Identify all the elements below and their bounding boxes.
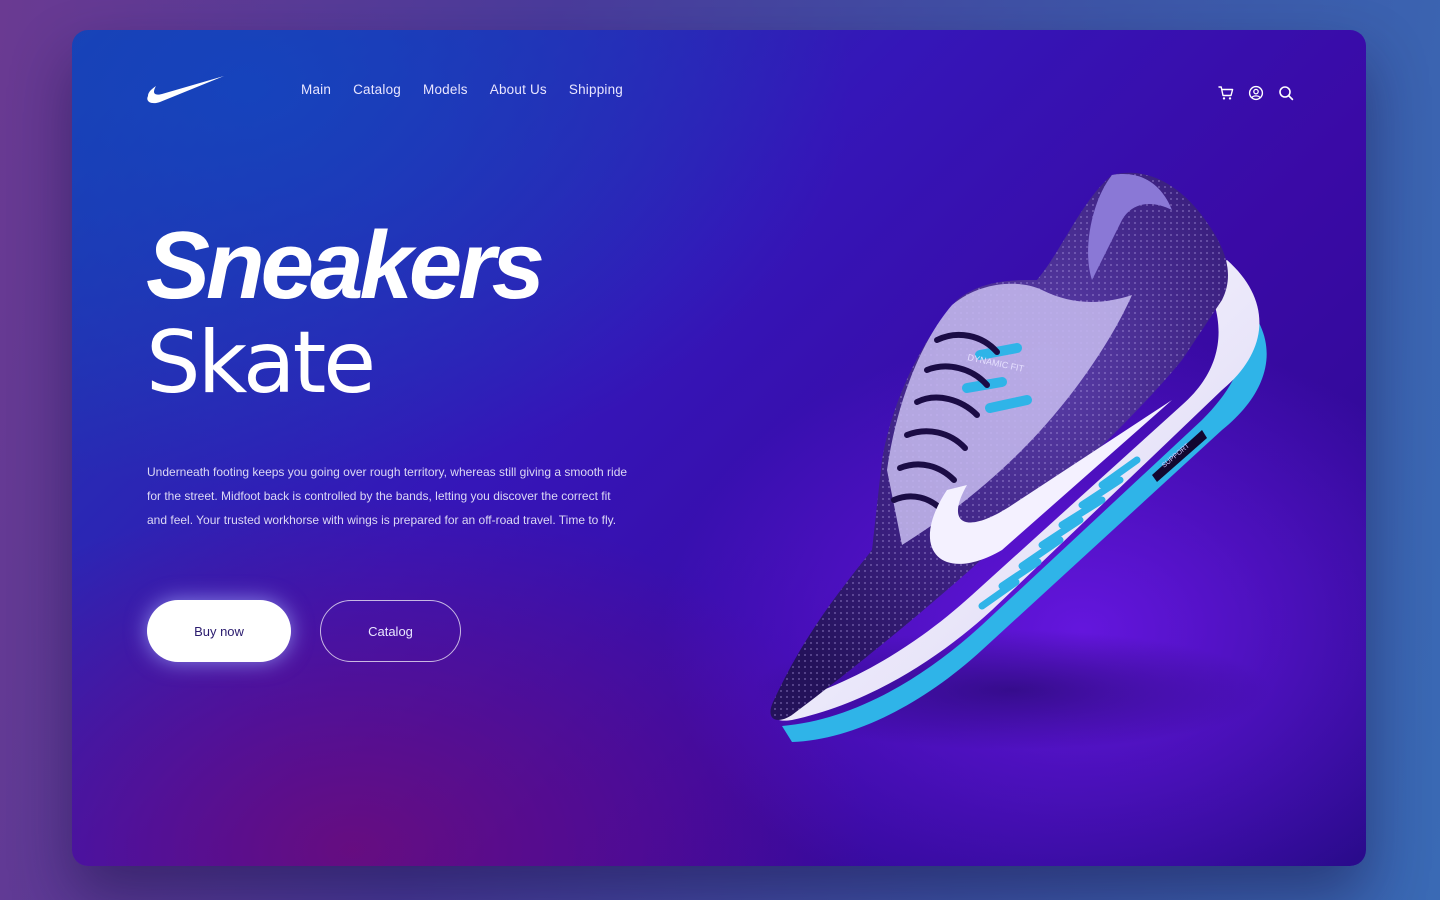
hero-title: Sneakers Skate <box>146 212 545 413</box>
header-actions <box>1218 85 1294 101</box>
sneaker-product-image: DYNAMIC FIT SUPPORT <box>752 172 1272 750</box>
nav-item-about-us[interactable]: About Us <box>490 82 547 97</box>
search-icon[interactable] <box>1278 85 1294 101</box>
main-nav: Main Catalog Models About Us Shipping <box>301 82 623 97</box>
nav-item-catalog[interactable]: Catalog <box>353 82 401 97</box>
nav-item-shipping[interactable]: Shipping <box>569 82 623 97</box>
hero-title-primary: Sneakers <box>146 212 545 319</box>
hero-card: Main Catalog Models About Us Shipping Sn… <box>72 30 1366 866</box>
hero-title-secondary: Skate <box>146 313 376 413</box>
hero-description: Underneath footing keeps you going over … <box>147 465 628 527</box>
cart-icon[interactable] <box>1218 85 1234 101</box>
nav-item-main[interactable]: Main <box>301 82 331 97</box>
catalog-button[interactable]: Catalog <box>320 600 461 662</box>
buy-now-button[interactable]: Buy now <box>147 600 291 662</box>
nav-item-models[interactable]: Models <box>423 82 468 97</box>
account-icon[interactable] <box>1248 85 1264 101</box>
swoosh-logo-icon[interactable] <box>146 74 226 106</box>
